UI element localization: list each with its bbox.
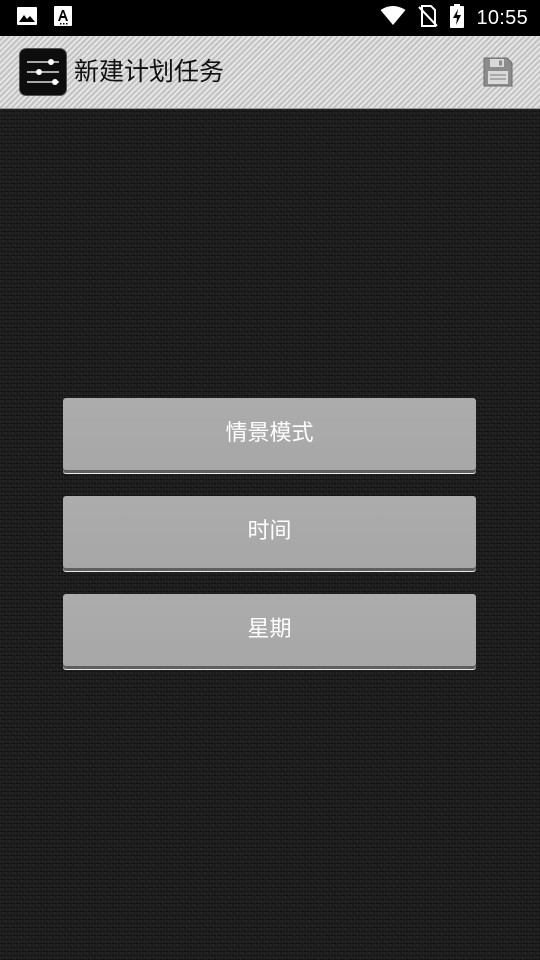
weekday-button[interactable]: 星期: [63, 594, 476, 666]
screen: 10:55 新建计划任务 情景模式 时间 星期: [0, 0, 540, 960]
font-a-icon: [54, 6, 72, 30]
status-bar: 10:55: [0, 0, 540, 36]
battery-charging-icon: [450, 4, 465, 32]
status-bar-system: 10:55: [380, 4, 528, 32]
status-clock: 10:55: [476, 6, 528, 29]
scene-mode-button[interactable]: 情景模式: [63, 398, 476, 470]
status-bar-notifications: [16, 6, 72, 30]
time-button[interactable]: 时间: [63, 496, 476, 568]
save-button[interactable]: [482, 56, 514, 88]
save-floppy-icon: [482, 57, 514, 92]
equalizer-sliders-icon[interactable]: [20, 49, 66, 95]
no-sim-icon: [418, 5, 439, 31]
page-title: 新建计划任务: [74, 57, 225, 86]
image-icon: [16, 6, 38, 30]
action-bar: 新建计划任务: [0, 36, 540, 109]
wifi-icon: [380, 6, 406, 30]
